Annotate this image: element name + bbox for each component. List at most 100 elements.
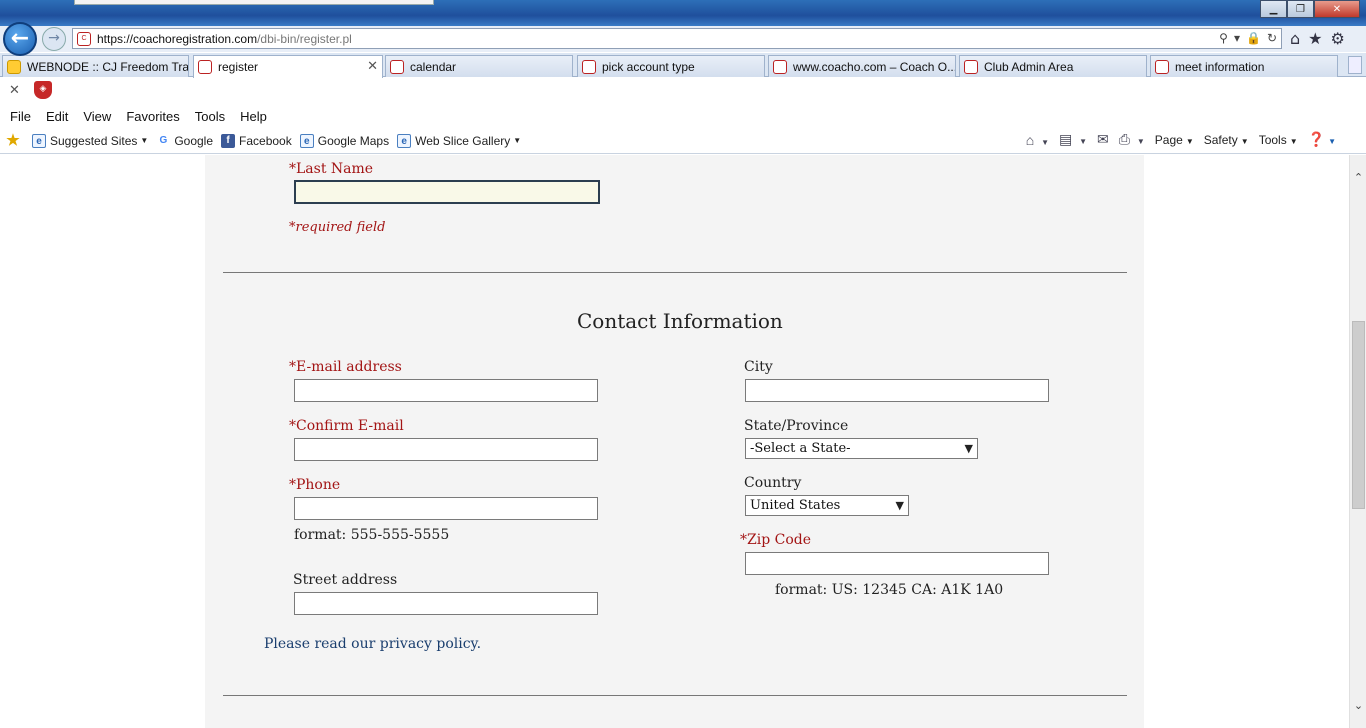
street-address-label: Street address [293,572,398,588]
scroll-thumb[interactable] [1352,321,1365,509]
menu-favorites[interactable]: Favorites [126,109,179,124]
menu-file[interactable]: File [10,109,31,124]
fav-facebook[interactable]: f Facebook [221,133,292,148]
email-label: *E-mail address [289,359,402,375]
fav-web-slice-gallery[interactable]: e Web Slice Gallery ▼ [397,133,522,148]
required-mark: * [289,161,296,177]
dropdown-icon[interactable]: ▾ [1234,31,1240,45]
close-tab-icon[interactable]: ✕ [367,58,378,74]
confirm-email-field[interactable] [294,438,598,461]
home-icon[interactable]: ⌂ ▼ [1026,132,1049,148]
scroll-down-icon[interactable]: ⌄ [1350,697,1366,714]
scroll-up-icon[interactable]: ⌃ [1350,169,1366,186]
url-path: /dbi-bin/register.pl [257,31,352,46]
tools-menu-label: Tools [1258,132,1287,147]
fav-google[interactable]: G Google [156,134,213,148]
shield-icon[interactable]: ◈ [34,81,52,99]
safety-menu[interactable]: Safety ▼ [1204,133,1249,147]
safety-menu-label: Safety [1203,132,1238,147]
zip-code-field[interactable] [745,552,1049,575]
divider [223,272,1127,273]
fav-label: Google [174,133,214,148]
street-address-field[interactable] [294,592,598,615]
minimize-button[interactable]: ▁ [1260,0,1287,18]
email-label-text: E-mail address [296,359,402,375]
ie-icon: e [397,133,412,148]
print-icon[interactable]: ⎙ ▼ [1119,131,1145,148]
mail-icon[interactable]: ✉ [1097,131,1109,148]
search-icon[interactable]: ⚲ [1219,31,1228,45]
tab-club-admin[interactable]: Club Admin Area [959,55,1147,77]
zip-code-label: *Zip Code [740,532,811,548]
fav-label: Web Slice Gallery [415,133,511,148]
gear-icon[interactable]: ⚙ [1331,29,1345,48]
rss-feed-icon[interactable]: ▤ ▼ [1059,131,1087,148]
maximize-button[interactable]: ❐ [1287,0,1314,18]
country-select[interactable]: United States ▼ [745,495,909,516]
city-label: City [744,359,773,375]
coacho-icon [1155,59,1169,74]
coacho-icon [582,59,596,74]
tab-register[interactable]: register ✕ [193,55,383,78]
required-mark: * [289,418,296,434]
tab-coacho[interactable]: www.coacho.com – Coach O... [768,55,956,77]
tab-calendar[interactable]: calendar [385,55,573,77]
help-icon[interactable]: ❓ ▼ [1308,131,1336,148]
site-favicon-icon: C [77,31,91,46]
last-name-input[interactable] [294,180,600,204]
state-select-value: -Select a State- [750,441,851,456]
tab-meet-information[interactable]: meet information [1150,55,1338,77]
state-label: State/Province [744,418,849,434]
menu-view[interactable]: View [83,109,111,124]
confirm-email-label-text: Confirm E-mail [296,418,404,434]
notification-bar [0,78,1366,104]
chevron-down-icon: ▼ [513,136,522,145]
vertical-scrollbar[interactable]: ⌃ ⌄ [1349,155,1366,728]
privacy-policy-link[interactable]: Please read our privacy policy. [264,636,481,652]
page-menu[interactable]: Page ▼ [1155,133,1194,147]
url-host: https://coachoregistration.com [97,31,258,46]
ie-icon: e [299,133,314,148]
tools-menu[interactable]: Tools ▼ [1259,133,1298,147]
lock-icon[interactable]: 🔒 [1246,31,1261,45]
add-favorite-star-icon: ★ [6,131,20,149]
close-window-button[interactable]: ✕ [1314,0,1360,18]
home-icon[interactable]: ⌂ [1290,29,1300,48]
email-field[interactable] [294,379,598,402]
menu-tools[interactable]: Tools [195,109,225,124]
phone-label-text: Phone [296,477,341,493]
new-tab-button[interactable] [1348,56,1362,74]
fav-suggested-sites[interactable]: e Suggested Sites ▼ [32,133,149,148]
tab-webnode[interactable]: WEBNODE :: CJ Freedom Tra... [2,55,189,77]
state-select[interactable]: -Select a State- ▼ [745,438,978,459]
menu-bar: File Edit View Favorites Tools Help [0,105,1366,127]
address-bar[interactable]: C https://coachoregistration.com/dbi-bin… [72,28,1282,49]
confirm-email-label: *Confirm E-mail [289,418,404,434]
tab-label: calendar [410,59,457,74]
favorites-star-icon[interactable]: ★ [1308,29,1322,48]
coacho-icon [773,59,787,74]
menu-help[interactable]: Help [240,109,267,124]
phone-field[interactable] [294,497,598,520]
divider [223,695,1127,696]
ie-icon: e [32,133,46,148]
club-logo-icon [964,59,978,74]
refresh-icon[interactable]: ↻ [1267,31,1277,45]
tab-label: register [218,60,259,74]
tab-row: WEBNODE :: CJ Freedom Tra... register ✕ … [0,53,1366,78]
required-mark: * [289,477,296,493]
coacho-icon [390,59,404,74]
city-field[interactable] [745,379,1049,402]
back-button[interactable]: ← [3,22,37,56]
chevron-down-icon: ▼ [964,442,973,455]
fav-google-maps[interactable]: e Google Maps [299,133,389,148]
required-mark: * [289,359,296,375]
coacho-icon [198,60,212,74]
chevron-down-icon: ▼ [140,136,149,145]
favorites-star-button[interactable]: ★ [6,131,24,149]
required-field-note: *required field [289,220,386,235]
tab-pick-account-type[interactable]: pick account type [577,55,765,77]
menu-edit[interactable]: Edit [46,109,68,124]
forward-button[interactable]: → [42,27,66,51]
close-icon[interactable]: ✕ [9,83,20,98]
